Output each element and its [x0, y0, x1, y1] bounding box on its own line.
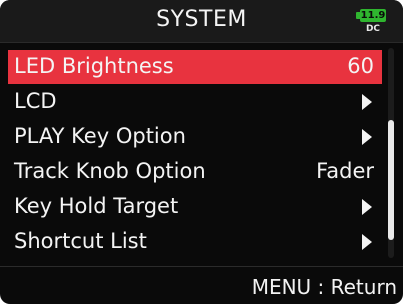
submenu-arrow-icon: [362, 94, 372, 110]
submenu-arrow-icon: [362, 234, 372, 250]
menu-item-label: PLAY Key Option: [14, 124, 186, 148]
menu-item-label: LED Brightness: [14, 54, 174, 78]
menu-item-key-hold-target[interactable]: Key Hold Target: [8, 190, 382, 224]
power-source-label: DC: [365, 24, 381, 34]
menu-item-lcd[interactable]: LCD: [8, 85, 382, 119]
menu-item-led-brightness[interactable]: LED Brightness 60: [8, 50, 382, 84]
device-screen: SYSTEM 11.9 DC LED Brightness 60 LCD PLA…: [0, 0, 403, 304]
menu-item-label: Key Hold Target: [14, 194, 179, 218]
menu-item-value: Fader: [316, 159, 374, 183]
submenu-arrow-icon: [362, 129, 372, 145]
menu-item-value: 60: [347, 54, 374, 78]
return-hint: MENU : Return: [251, 275, 397, 299]
menu-item-shortcut-list[interactable]: Shortcut List: [8, 225, 382, 259]
scrollbar-thumb[interactable]: [388, 120, 394, 240]
page-title: SYSTEM: [156, 7, 247, 32]
footer-bar: MENU : Return: [0, 266, 403, 304]
title-bar: SYSTEM 11.9 DC: [0, 0, 403, 43]
menu-item-label: LCD: [14, 89, 57, 113]
menu-item-label: Track Knob Option: [14, 159, 206, 183]
battery-icon: 11.9: [360, 9, 386, 22]
submenu-arrow-icon: [362, 199, 372, 215]
menu-item-label: Shortcut List: [14, 229, 147, 253]
menu-item-track-knob-option[interactable]: Track Knob Option Fader: [8, 155, 382, 189]
menu-item-play-key-option[interactable]: PLAY Key Option: [8, 120, 382, 154]
menu-scrollbar[interactable]: [388, 48, 394, 258]
